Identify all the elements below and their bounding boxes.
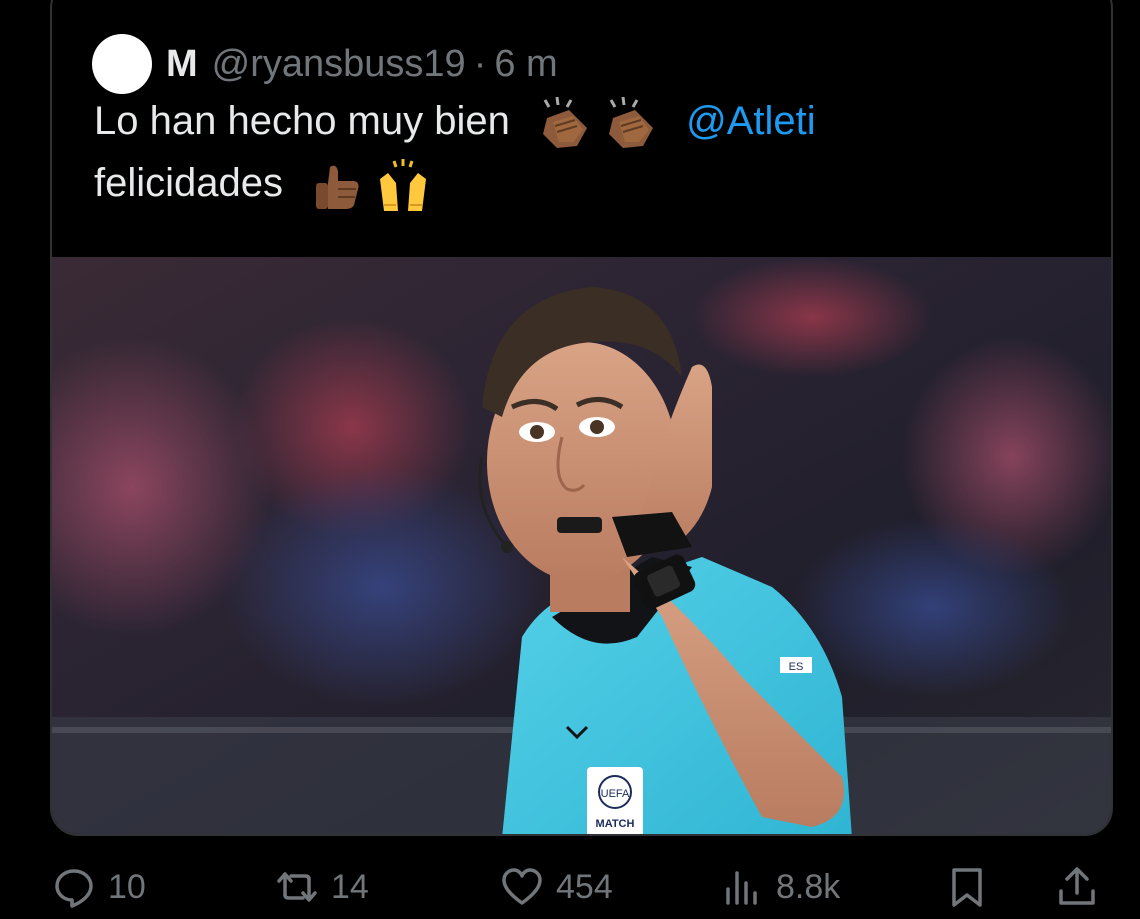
quoted-tweet-header: M @ryansbuss19 · 6 m [92, 34, 558, 94]
mention-link[interactable]: @Atleti [686, 99, 816, 143]
view-count: 8.8k [776, 867, 841, 906]
like-button[interactable]: 454 [500, 862, 613, 912]
separator-dot: · [473, 42, 487, 85]
quoted-tweet-card[interactable]: M @ryansbuss19 · 6 m Lo han hecho muy bi… [50, 0, 1113, 836]
tweet-photo[interactable]: UEFA MATCH ES [52, 257, 1111, 834]
share-icon [1059, 867, 1095, 905]
heart-icon [502, 868, 542, 905]
timestamp[interactable]: 6 m [494, 43, 557, 86]
uefa-badge-text: UEFA [601, 788, 630, 800]
tweet-text: Lo han hecho muy bien @Atleti felicidade… [94, 90, 1034, 215]
tweet-action-bar: 10 14 454 8.8k [0, 850, 1140, 919]
reply-count: 10 [108, 867, 146, 906]
reply-button[interactable]: 10 [52, 862, 146, 912]
tweet-text-line1: Lo han hecho muy bien [94, 99, 510, 143]
raising-hands-icon [380, 158, 427, 211]
clapping-hands-icon [542, 97, 587, 149]
reply-icon [55, 869, 93, 908]
views-chart-icon [726, 871, 757, 905]
tweet-text-line2: felicidades [94, 161, 284, 206]
emoji-group-1 [535, 94, 667, 152]
referee-photo: UEFA MATCH ES [52, 257, 1111, 834]
repost-button[interactable]: 14 [275, 862, 369, 912]
uefa-badge-subtext: MATCH [596, 818, 635, 830]
clapping-hands-icon [608, 97, 653, 149]
sleeve-text: ES [789, 661, 804, 673]
bookmark-button[interactable] [945, 862, 989, 912]
user-handle[interactable]: @ryansbuss19 [212, 43, 466, 86]
repost-count: 14 [331, 867, 369, 906]
repost-icon [277, 872, 317, 902]
thumbs-up-icon [316, 165, 359, 209]
share-button[interactable] [1055, 862, 1099, 912]
avatar[interactable] [92, 34, 152, 94]
views-button[interactable]: 8.8k [720, 862, 840, 912]
like-count: 454 [556, 867, 613, 906]
bookmark-icon [952, 868, 982, 907]
tweet-view: M @ryansbuss19 · 6 m Lo han hecho muy bi… [0, 0, 1140, 919]
emoji-group-2 [308, 157, 440, 215]
display-name[interactable]: M [166, 43, 198, 86]
